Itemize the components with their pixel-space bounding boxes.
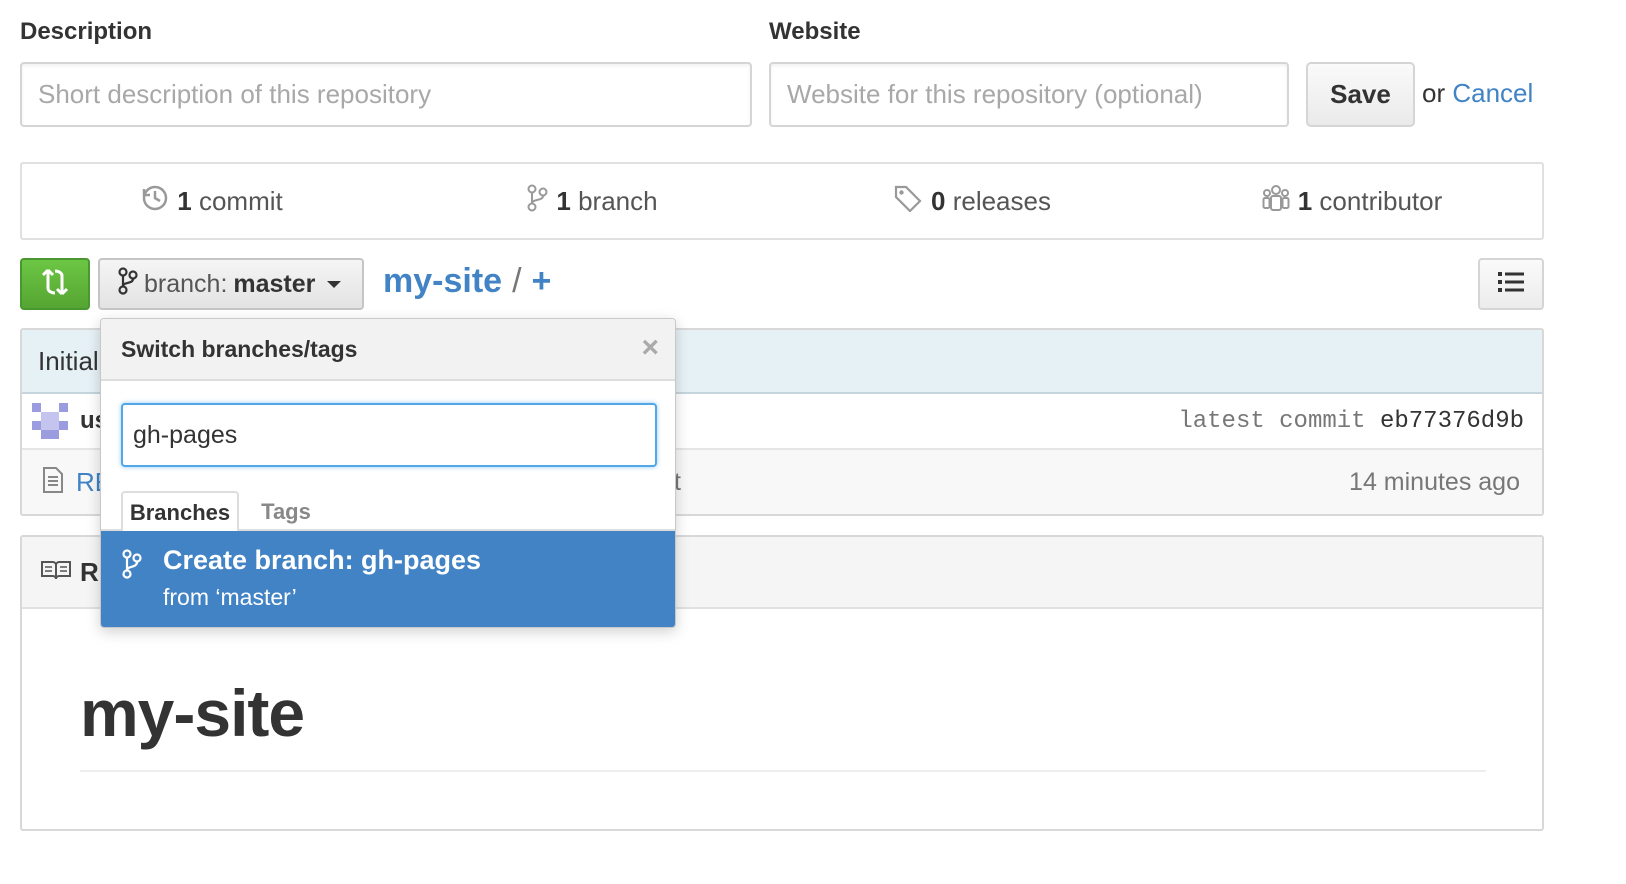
dropdown-header: Switch branches/tags × — [101, 319, 675, 381]
branches-label: branch — [578, 185, 658, 216]
commit-sha-link[interactable]: eb77376d9b — [1380, 408, 1524, 435]
branch-name: master — [233, 269, 316, 298]
commits-count-link[interactable]: 1 commit — [22, 164, 402, 238]
file-age: 14 minutes ago — [1349, 468, 1520, 496]
history-icon — [141, 184, 169, 219]
save-button[interactable]: Save — [1306, 62, 1415, 127]
commit-sha: latest commit eb77376d9b — [1178, 408, 1524, 435]
caret-down-icon — [327, 280, 342, 288]
book-icon — [40, 557, 72, 588]
tag-icon — [893, 184, 923, 219]
description-label: Description — [20, 18, 153, 45]
branch-select-button[interactable]: branch: master — [98, 258, 364, 310]
contributors-count: 1 — [1297, 185, 1313, 216]
releases-count: 0 — [931, 185, 946, 216]
create-branch-source: from ‘master’ — [163, 584, 297, 610]
breadcrumb: my-site / + — [383, 262, 551, 301]
readme-header-title: R — [80, 556, 99, 587]
commit-message[interactable]: Initial — [38, 346, 99, 377]
git-branch-icon — [118, 266, 138, 302]
branch-filter-input[interactable] — [121, 403, 657, 467]
compare-button[interactable] — [20, 258, 90, 310]
git-branch-icon — [526, 184, 548, 219]
readme-divider — [80, 770, 1486, 772]
commits-count: 1 — [177, 185, 192, 216]
commits-label: commit — [198, 185, 283, 216]
cancel-link[interactable]: Cancel — [1452, 78, 1533, 108]
contributors-label: contributor — [1319, 185, 1443, 216]
dropdown-title: Switch branches/tags — [121, 335, 358, 362]
or-text: or Cancel — [1422, 78, 1533, 109]
git-branch-icon — [121, 549, 143, 584]
avatar[interactable] — [32, 403, 68, 439]
numbers-summary: 1 commit 1 branch 0 releases 1 contribut… — [20, 162, 1544, 240]
branches-count: 1 — [556, 185, 571, 216]
add-file-button[interactable]: + — [532, 262, 552, 301]
branches-count-link[interactable]: 1 branch — [402, 164, 782, 238]
list-unordered-icon — [1497, 271, 1525, 298]
file-text-icon — [42, 466, 64, 499]
organization-icon — [1262, 184, 1290, 219]
website-input[interactable] — [769, 62, 1289, 127]
releases-label: releases — [952, 185, 1051, 216]
branch-prefix: branch: — [144, 269, 228, 298]
tab-tags[interactable]: Tags — [249, 491, 323, 533]
create-branch-title: Create branch: gh-pages — [163, 545, 482, 575]
create-branch-item[interactable]: Create branch: gh-pages from ‘master’ — [101, 531, 675, 627]
or-label: or — [1422, 78, 1446, 108]
description-input[interactable] — [20, 62, 752, 127]
releases-count-link[interactable]: 0 releases — [782, 164, 1162, 238]
list-view-button[interactable] — [1478, 258, 1544, 310]
dropdown-tabs: Branches Tags — [101, 491, 675, 533]
close-icon[interactable]: × — [641, 333, 659, 363]
readme-title: my-site — [80, 676, 305, 750]
repo-name-link[interactable]: my-site — [383, 262, 502, 301]
tab-branches[interactable]: Branches — [121, 491, 239, 533]
git-compare-icon — [39, 266, 71, 303]
breadcrumb-separator: / — [512, 262, 522, 300]
commit-sha-label: latest commit — [1178, 408, 1366, 435]
branch-switcher-dropdown: Switch branches/tags × Branches Tags Cre… — [100, 318, 676, 628]
website-label: Website — [769, 18, 861, 45]
contributors-count-link[interactable]: 1 contributor — [1162, 164, 1542, 238]
